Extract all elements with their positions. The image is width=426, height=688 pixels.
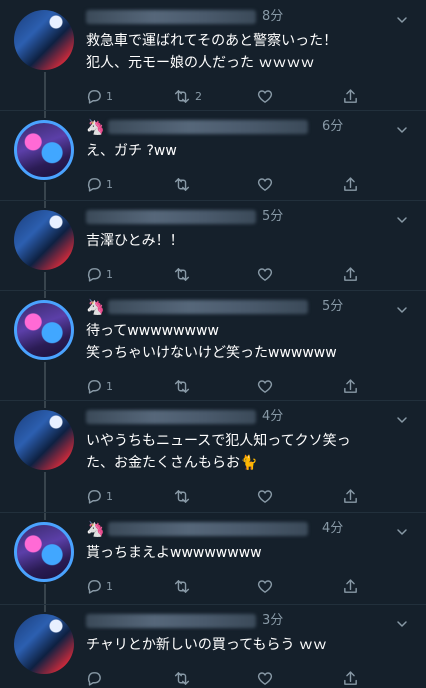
- reply-count: 1: [106, 267, 113, 281]
- retweet-button[interactable]: [172, 486, 195, 506]
- timestamp[interactable]: 4分: [262, 408, 283, 426]
- reply-button[interactable]: [86, 668, 106, 688]
- avatar[interactable]: [14, 522, 74, 582]
- chevron-down-icon[interactable]: [394, 12, 410, 28]
- share-button[interactable]: [342, 668, 359, 688]
- tweet-header: 8分: [86, 8, 386, 26]
- unicorn-icon: 🦄: [86, 298, 105, 316]
- avatar[interactable]: [14, 10, 74, 70]
- like-button[interactable]: [256, 376, 274, 396]
- reply-button[interactable]: 1: [86, 376, 113, 396]
- tweet-actions: 1: [86, 376, 386, 396]
- reply-button[interactable]: 1: [86, 576, 113, 596]
- username-redacted[interactable]: [86, 410, 256, 424]
- tweet-header: 🦄 4分: [86, 520, 386, 538]
- tweet-text: 貰っちまえよwwwwwwww: [86, 545, 262, 561]
- tweet-actions: 1: [86, 264, 386, 284]
- share-button[interactable]: [342, 174, 359, 194]
- retweet-button[interactable]: [172, 668, 195, 688]
- tweet-header: 🦄 6分: [86, 118, 386, 136]
- like-button[interactable]: [256, 86, 274, 106]
- avatar[interactable]: [14, 210, 74, 270]
- username-redacted[interactable]: [86, 10, 256, 24]
- tweet-text: 待ってwwwwwwww 笑っちゃいけないけど笑ったwwwwww: [86, 323, 337, 361]
- timestamp[interactable]: 4分: [322, 520, 343, 538]
- tweet[interactable]: 8分 救急車で運ばれてそのあと警察いった！ 犯人、元モー娘の人だった ｗｗｗｗ 1 2: [0, 0, 426, 111]
- timestamp[interactable]: 5分: [262, 208, 283, 226]
- share-button[interactable]: [342, 264, 359, 284]
- reply-button[interactable]: 1: [86, 174, 113, 194]
- tweet-actions: [86, 668, 386, 688]
- username-redacted[interactable]: [108, 300, 308, 314]
- retweet-count: 2: [195, 89, 202, 103]
- username-redacted[interactable]: [86, 614, 256, 628]
- unicorn-icon: 🦄: [86, 118, 105, 136]
- chevron-down-icon[interactable]: [394, 524, 410, 540]
- tweet-actions: 1: [86, 174, 386, 194]
- tweet[interactable]: 🦄 4分貰っちまえよwwwwwwww 1: [0, 512, 426, 605]
- reply-count: 1: [106, 89, 113, 103]
- retweet-button[interactable]: [172, 576, 195, 596]
- like-button[interactable]: [256, 174, 274, 194]
- tweet[interactable]: 🦄 6分え、ガチ ?ww 1: [0, 110, 426, 201]
- tweet-header: 3分: [86, 612, 386, 630]
- chevron-down-icon[interactable]: [394, 122, 410, 138]
- timestamp[interactable]: 8分: [262, 8, 283, 26]
- tweet[interactable]: 🦄 5分待ってwwwwwwww 笑っちゃいけないけど笑ったwwwwww 1: [0, 290, 426, 401]
- tweet-actions: 1: [86, 486, 386, 506]
- tweet-text: 吉澤ひとみ！！: [86, 233, 184, 249]
- tweet-actions: 1: [86, 576, 386, 596]
- share-button[interactable]: [342, 376, 359, 396]
- tweet-header: 5分: [86, 208, 386, 226]
- reply-count: 1: [106, 489, 113, 503]
- avatar[interactable]: [14, 614, 74, 674]
- avatar[interactable]: [14, 120, 74, 180]
- tweet-text: チャリとか新しいの買ってもらう ｗｗ: [86, 637, 327, 653]
- reply-count: 1: [106, 579, 113, 593]
- tweet[interactable]: 3分チャリとか新しいの買ってもらう ｗｗ: [0, 604, 426, 686]
- reply-button[interactable]: 1: [86, 264, 113, 284]
- reply-button[interactable]: 1: [86, 486, 113, 506]
- share-button[interactable]: [342, 486, 359, 506]
- username-redacted[interactable]: [108, 120, 308, 134]
- retweet-button[interactable]: [172, 174, 195, 194]
- tweet[interactable]: 5分吉澤ひとみ！！ 1: [0, 200, 426, 291]
- retweet-button[interactable]: [172, 264, 195, 284]
- timestamp[interactable]: 5分: [322, 298, 343, 316]
- share-button[interactable]: [342, 576, 359, 596]
- tweet-header: 🦄 5分: [86, 298, 386, 316]
- tweet-text: え、ガチ ?ww: [86, 143, 177, 159]
- retweet-button[interactable]: 2: [172, 86, 202, 106]
- timestamp[interactable]: 6分: [322, 118, 343, 136]
- username-redacted[interactable]: [86, 210, 256, 224]
- chevron-down-icon[interactable]: [394, 302, 410, 318]
- reply-button[interactable]: 1: [86, 86, 113, 106]
- share-button[interactable]: [342, 86, 359, 106]
- like-button[interactable]: [256, 264, 274, 284]
- reply-count: 1: [106, 379, 113, 393]
- tweet-header: 4分: [86, 408, 386, 426]
- avatar[interactable]: [14, 410, 74, 470]
- tweet-text: いやうちもニュースで犯人知ってクソ笑っ た、お金たくさんもらお🐈: [86, 433, 351, 471]
- username-redacted[interactable]: [108, 522, 308, 536]
- chevron-down-icon[interactable]: [394, 412, 410, 428]
- like-button[interactable]: [256, 668, 274, 688]
- chevron-down-icon[interactable]: [394, 616, 410, 632]
- tweet[interactable]: 4分いやうちもニュースで犯人知ってクソ笑っ た、お金たくさんもらお🐈 1: [0, 400, 426, 513]
- retweet-button[interactable]: [172, 376, 195, 396]
- avatar[interactable]: [14, 300, 74, 360]
- unicorn-icon: 🦄: [86, 520, 105, 538]
- like-button[interactable]: [256, 486, 274, 506]
- timestamp[interactable]: 3分: [262, 612, 283, 630]
- tweet-text: 救急車で運ばれてそのあと警察いった！ 犯人、元モー娘の人だった ｗｗｗｗ: [86, 33, 338, 71]
- chevron-down-icon[interactable]: [394, 212, 410, 228]
- like-button[interactable]: [256, 576, 274, 596]
- tweet-actions: 12: [86, 86, 386, 106]
- reply-count: 1: [106, 177, 113, 191]
